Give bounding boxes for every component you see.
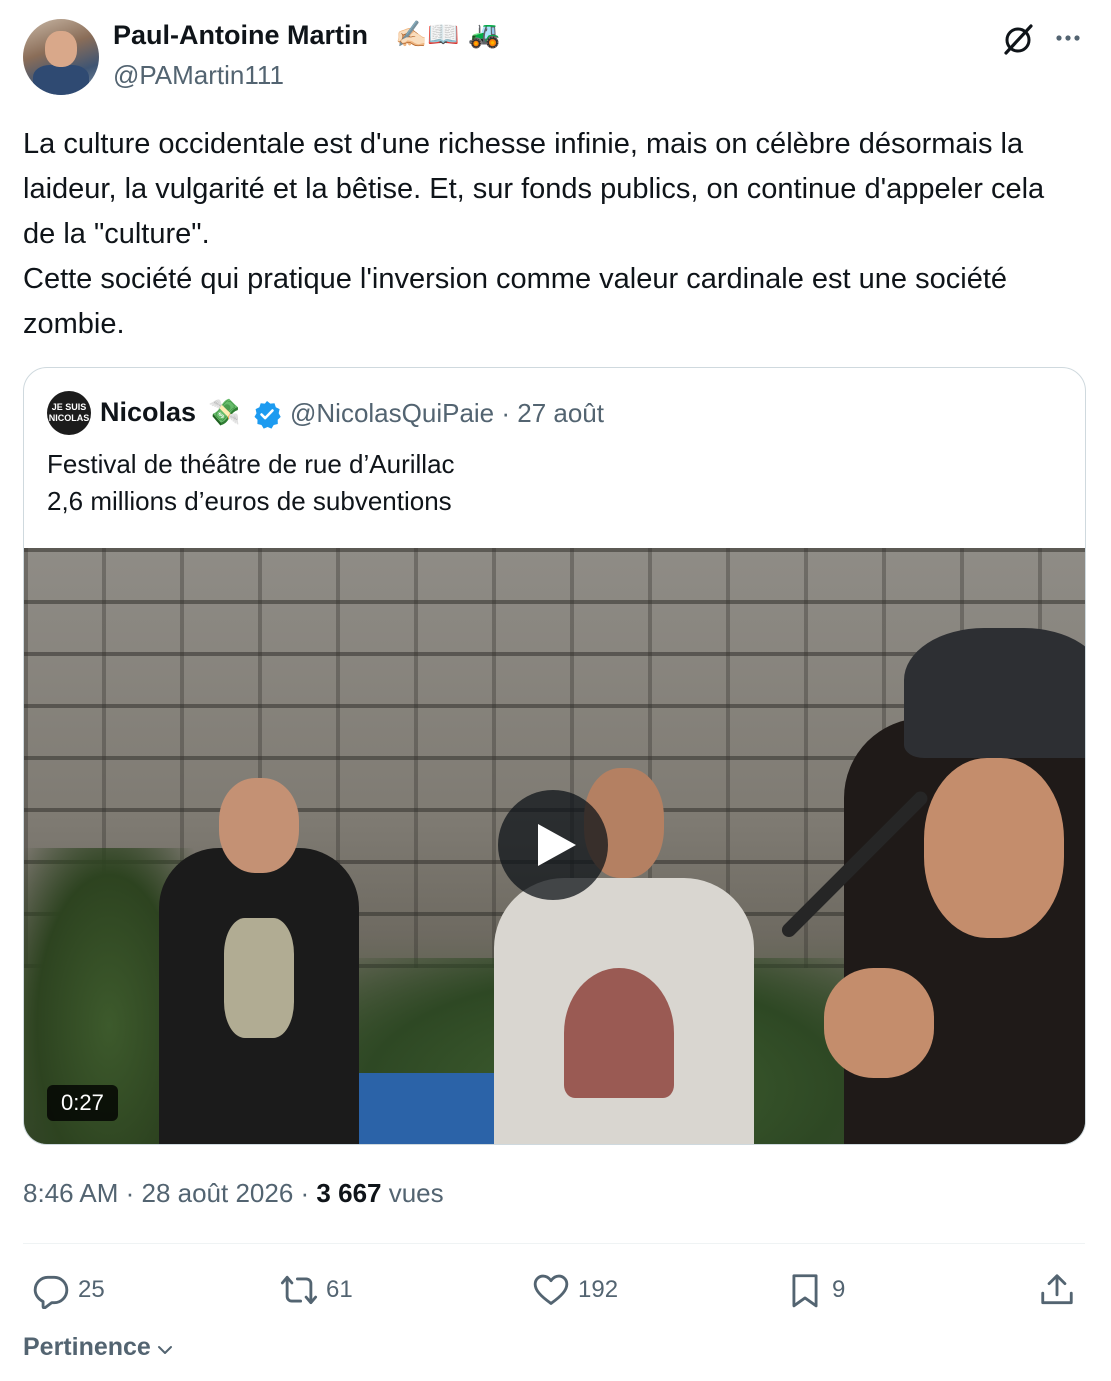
tweet-line: La culture occidentale est d'une richess… [23, 128, 1045, 250]
video-person-head [924, 758, 1064, 938]
like-button[interactable]: 192 [532, 1268, 618, 1312]
author-emoji: ✍🏻📖 🚜 [395, 20, 501, 50]
tweet-text: La culture occidentale est d'une richess… [23, 122, 1083, 347]
reply-button[interactable]: 25 [32, 1268, 105, 1312]
quoted-line: Festival de théâtre de rue d’Aurillac [47, 449, 455, 479]
quoted-line: 2,6 millions d’euros de subventions [47, 486, 452, 516]
sort-dropdown[interactable]: Pertinence [23, 1333, 175, 1362]
share-button[interactable] [1038, 1268, 1084, 1312]
quoted-tweet[interactable]: JE SUIS NICOLAS Nicolas 💸 @NicolasQuiPai… [23, 367, 1086, 1145]
sort-label: Pertinence [23, 1333, 151, 1361]
repost-icon [280, 1275, 318, 1305]
video-player[interactable]: 0:27 [24, 548, 1085, 1144]
share-icon [1041, 1274, 1073, 1305]
video-shirt-print [224, 918, 294, 1038]
video-shirt-print [564, 968, 674, 1098]
author-handle[interactable]: @PAMartin111 [113, 60, 284, 91]
quoted-avatar-text: JE SUIS NICOLAS [48, 402, 90, 423]
like-icon [533, 1274, 569, 1305]
views-count: 3 667 [316, 1178, 382, 1208]
avatar-face [45, 31, 77, 67]
play-icon [538, 824, 576, 866]
repost-count: 61 [326, 1276, 353, 1303]
views-label: vues [381, 1178, 444, 1208]
author-name[interactable]: Paul-Antoine Martin [113, 20, 368, 51]
bookmark-icon [792, 1274, 818, 1308]
tweet-meta: 8:46 AM · 28 août 2026 · 3 667 vues [23, 1178, 444, 1209]
bookmark-button[interactable]: 9 [786, 1268, 845, 1312]
quoted-avatar[interactable]: JE SUIS NICOLAS [47, 391, 91, 435]
video-person-hand [824, 968, 934, 1078]
chevron-down-icon [157, 1345, 172, 1354]
author-avatar[interactable] [23, 19, 99, 95]
reply-count: 25 [78, 1276, 105, 1303]
divider [23, 1243, 1085, 1244]
quoted-author-emoji: 💸 [208, 397, 241, 427]
bookmark-count: 9 [832, 1276, 846, 1303]
verified-icon [254, 401, 281, 429]
like-count: 192 [578, 1276, 619, 1303]
avatar-body [33, 65, 89, 95]
grok-icon[interactable] [1000, 22, 1036, 58]
video-person-head [219, 778, 299, 873]
quoted-author-name[interactable]: Nicolas [100, 397, 196, 428]
tweet-line: Cette société qui pratique l'inversion c… [23, 263, 1008, 340]
quoted-handle-date: @NicolasQuiPaie · 27 août [290, 398, 604, 428]
reply-icon [33, 1275, 69, 1309]
quoted-text: Festival de théâtre de rue d’Aurillac 2,… [47, 446, 455, 520]
video-person [159, 778, 359, 1144]
video-person [824, 628, 1085, 1144]
video-duration: 0:27 [47, 1085, 118, 1121]
video-person-hat [904, 628, 1085, 758]
play-button[interactable] [498, 790, 608, 900]
video-person [494, 768, 754, 1144]
more-icon[interactable] [1052, 22, 1084, 54]
repost-button[interactable]: 61 [280, 1268, 353, 1312]
tweet-timestamp[interactable]: 8:46 AM · 28 août 2026 · [23, 1178, 316, 1208]
